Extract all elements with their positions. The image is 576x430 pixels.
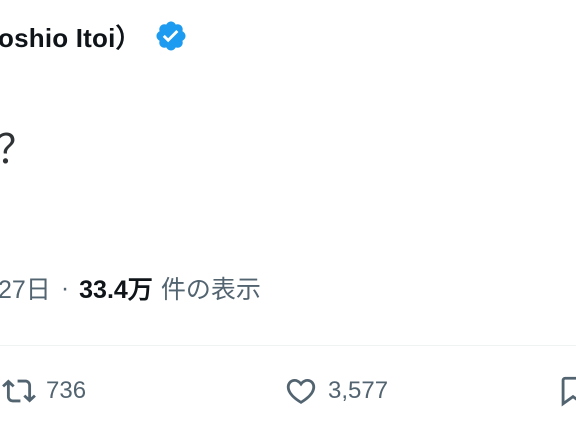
verified-badge-icon[interactable] [154, 19, 188, 53]
like-count: 3,577 [328, 377, 389, 404]
retweet-icon [2, 379, 36, 403]
retweet-button[interactable]: 736 [2, 374, 86, 408]
retweet-count: 736 [46, 377, 87, 404]
heart-icon [286, 378, 316, 404]
author-row: oshio Itoi） [0, 14, 188, 58]
tweet-meta: 27日 · 33.4万 件の表示 [0, 266, 261, 310]
views-count: 33.4万 [79, 276, 153, 304]
tweet-text: ？ [0, 127, 36, 173]
author-display-name[interactable]: oshio Itoi） [0, 18, 142, 55]
action-bar: 736 3,577 [0, 366, 576, 426]
like-button[interactable]: 3,577 [284, 374, 388, 408]
tweet-date[interactable]: 27日 [0, 270, 51, 306]
views-label: 件の表示 [160, 276, 261, 304]
divider [0, 345, 576, 346]
meta-separator: · [60, 273, 70, 302]
bookmark-button[interactable] [556, 374, 576, 408]
tweet-card: oshio Itoi） ？ 27日 · 33.4万 件の表示 736 3,577 [0, 0, 576, 430]
bookmark-icon [561, 376, 576, 407]
